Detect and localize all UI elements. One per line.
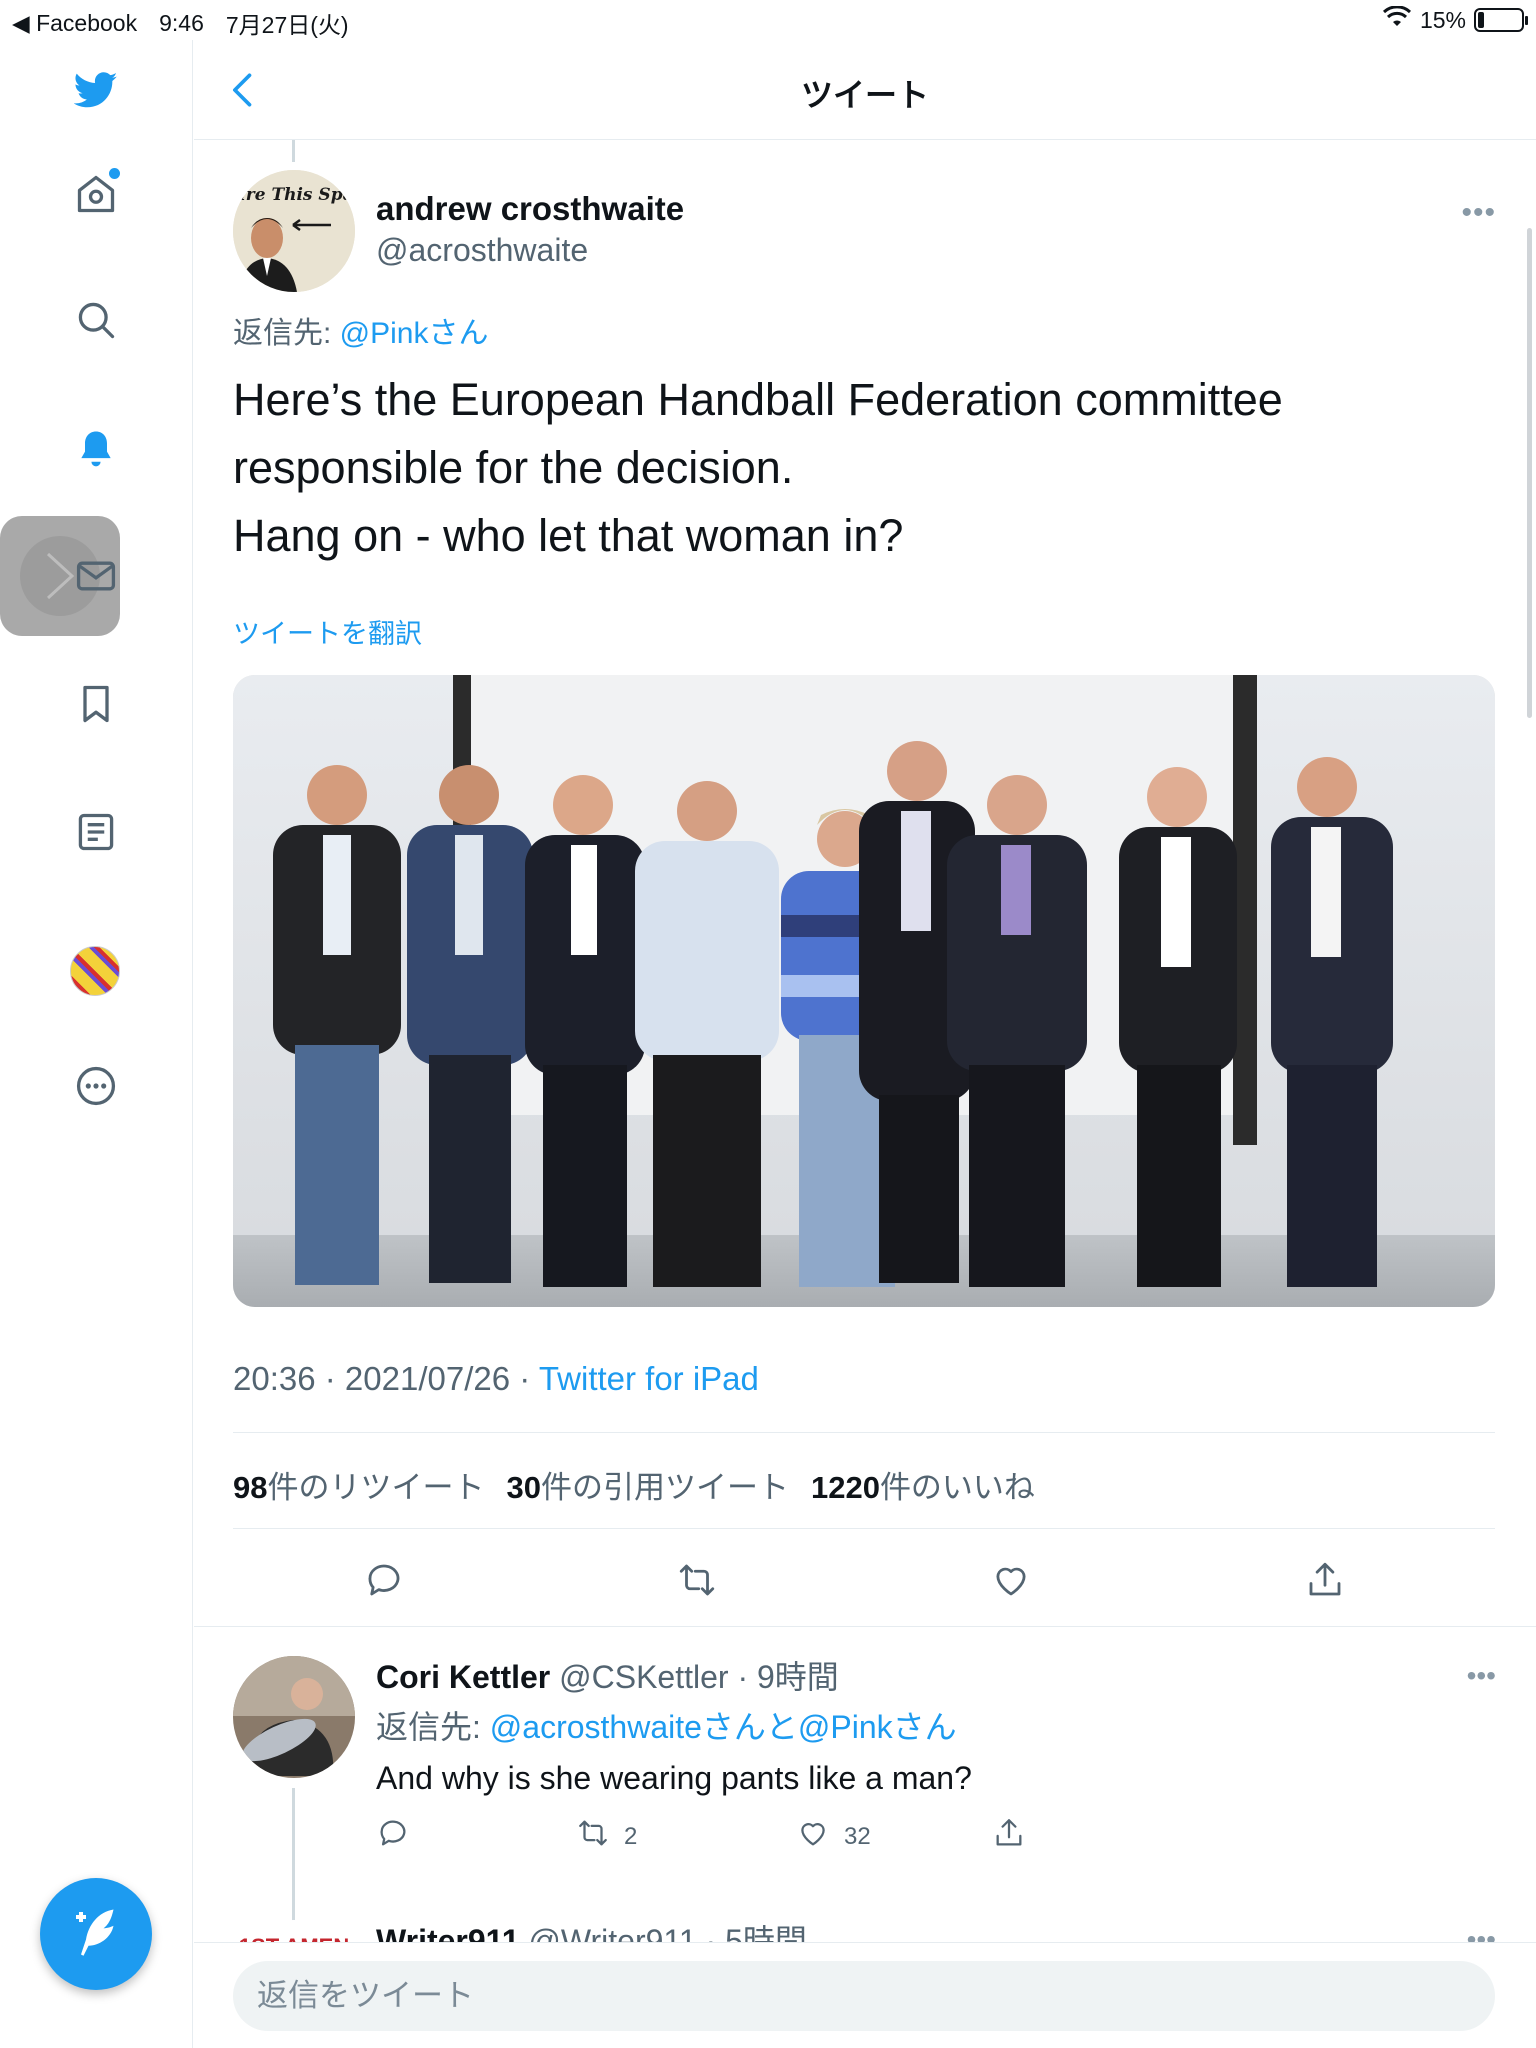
top-header: ツイート bbox=[194, 40, 1536, 140]
reply-input[interactable] bbox=[233, 1961, 1495, 2031]
quotes-stat[interactable]: 30件の引用ツイート bbox=[506, 1462, 788, 1507]
battery-icon bbox=[1474, 8, 1528, 32]
share-icon[interactable] bbox=[1295, 1550, 1355, 1610]
reply-time: · 9時間 bbox=[737, 1659, 839, 1695]
reply-icon[interactable] bbox=[354, 1550, 414, 1610]
lists-icon[interactable] bbox=[70, 806, 122, 858]
tweet-source-link[interactable]: Twitter for iPad bbox=[539, 1360, 759, 1397]
reply-more-icon[interactable]: ••• bbox=[1467, 1660, 1496, 1692]
notifications-bell-icon[interactable] bbox=[70, 422, 122, 474]
reply-author-handle[interactable]: @CSKettler bbox=[559, 1659, 728, 1695]
status-date: 7月27日(火) bbox=[225, 12, 349, 38]
messages-envelope-icon[interactable] bbox=[70, 550, 122, 602]
reply-prefix: 返信先: bbox=[233, 317, 340, 350]
committee-group-photo bbox=[233, 675, 1495, 1307]
tweet-text-line: Here’s the European Handball Federation … bbox=[233, 374, 1283, 425]
reply-targets-link[interactable]: @acrosthwaiteさんと@Pinkさん bbox=[490, 1709, 957, 1745]
tweet-more-icon[interactable]: ••• bbox=[1461, 196, 1496, 230]
reply-like-count: 32 bbox=[844, 1822, 871, 1850]
tweet-text-line: responsible for the decision. bbox=[233, 442, 794, 493]
avatar-sign-text: Hire This Space bbox=[233, 185, 355, 205]
bookmark-icon[interactable] bbox=[70, 678, 122, 730]
like-heart-icon[interactable] bbox=[981, 1550, 1041, 1610]
reply-composer-bar bbox=[194, 1942, 1536, 2048]
reply-context: 返信先: @Pinkさん bbox=[233, 308, 489, 352]
tweet-text-line: Hang on - who let that woman in? bbox=[233, 510, 904, 561]
author-avatar[interactable]: Hire This Space bbox=[233, 170, 355, 292]
retweet-icon[interactable] bbox=[667, 1550, 727, 1610]
reply-text: And why is she wearing pants like a man? bbox=[376, 1760, 972, 1796]
reply-author-name[interactable]: Cori Kettler bbox=[376, 1659, 550, 1695]
reply-author-avatar[interactable] bbox=[233, 1656, 355, 1778]
status-time: 9:46 bbox=[159, 9, 204, 36]
reply-share-icon[interactable] bbox=[992, 1816, 1026, 1850]
divider bbox=[233, 1432, 1495, 1433]
retweets-stat[interactable]: 98件のリツイート bbox=[233, 1462, 484, 1507]
author-handle[interactable]: @acrosthwaite bbox=[376, 232, 588, 269]
compose-feather-icon bbox=[66, 1902, 126, 1967]
tweet-timestamp: 20:36 · 2021/07/26 · Twitter for iPad bbox=[233, 1360, 759, 1398]
sidebar-nav bbox=[0, 40, 193, 2048]
retweets-label: 件のリツイート bbox=[267, 1470, 485, 1505]
back-to-app-link[interactable]: ◀ Facebook bbox=[12, 10, 137, 37]
reply-actions: 2 32 bbox=[376, 1816, 1076, 1862]
translate-tweet-link[interactable]: ツイートを翻訳 bbox=[233, 612, 422, 651]
likes-label: 件のいいね bbox=[879, 1470, 1035, 1505]
profile-avatar[interactable] bbox=[70, 946, 120, 996]
divider bbox=[233, 1528, 1495, 1529]
page-title: ツイート bbox=[800, 77, 929, 113]
tweet-photo[interactable] bbox=[233, 675, 1495, 1307]
quotes-label: 件の引用ツイート bbox=[540, 1470, 789, 1505]
reply-comment-icon[interactable] bbox=[376, 1816, 410, 1850]
reply-like-button[interactable]: 32 bbox=[796, 1816, 871, 1857]
battery-percent: 15% bbox=[1419, 6, 1466, 33]
twitter-logo-icon[interactable] bbox=[70, 64, 122, 116]
reply-context: 返信先: @acrosthwaiteさんと@Pinkさん bbox=[376, 1702, 957, 1748]
like-heart-icon bbox=[796, 1816, 830, 1857]
tweet-time: 20:36 · 2021/07/26 · bbox=[233, 1360, 539, 1397]
likes-stat[interactable]: 1220件のいいね bbox=[811, 1462, 1035, 1507]
retweets-count: 98 bbox=[233, 1470, 268, 1505]
reply-header: Cori Kettler @CSKettler · 9時間 bbox=[376, 1652, 839, 1698]
compose-tweet-button[interactable] bbox=[40, 1878, 152, 1990]
home-icon[interactable] bbox=[70, 168, 122, 220]
quotes-count: 30 bbox=[506, 1470, 541, 1505]
reply-retweet-count: 2 bbox=[624, 1822, 638, 1850]
author-name[interactable]: andrew crosthwaite bbox=[376, 190, 684, 228]
wifi-icon bbox=[1382, 5, 1412, 34]
more-options-icon[interactable] bbox=[70, 1060, 122, 1112]
retweet-icon bbox=[576, 1816, 610, 1857]
thread-line bbox=[292, 140, 295, 162]
likes-count: 1220 bbox=[810, 1470, 880, 1505]
tweet-stats: 98件のリツイート 30件の引用ツイート 1220件のいいね bbox=[233, 1462, 1035, 1507]
search-icon[interactable] bbox=[70, 294, 122, 346]
reply-prefix: 返信先: bbox=[376, 1709, 490, 1745]
new-content-dot bbox=[109, 168, 120, 179]
status-bar: ◀ Facebook 9:46 7月27日(火) 15% bbox=[0, 0, 1536, 40]
tweet-actions bbox=[233, 1550, 1495, 1610]
scrollbar[interactable] bbox=[1527, 228, 1532, 718]
reply-target-link[interactable]: @Pinkさん bbox=[340, 317, 489, 350]
reply-retweet-button[interactable]: 2 bbox=[576, 1816, 637, 1857]
tweet-separator bbox=[194, 1626, 1536, 1627]
tweet-text: Here’s the European Handball Federation … bbox=[233, 366, 1493, 570]
